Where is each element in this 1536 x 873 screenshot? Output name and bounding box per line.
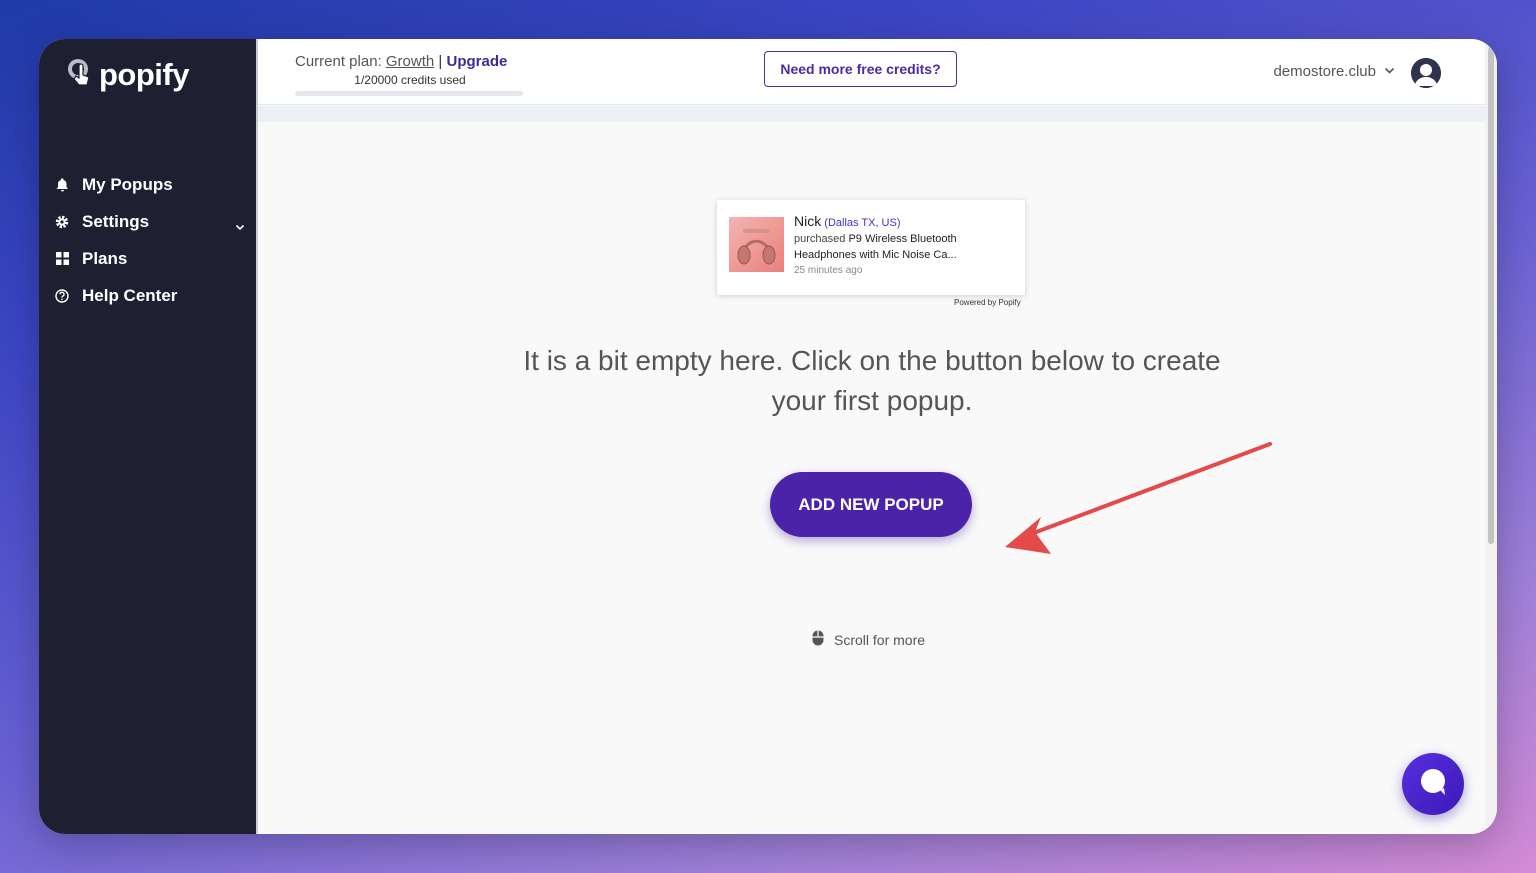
sidebar-item-my-popups[interactable]: My Popups [55, 166, 245, 203]
popup-preview-card: Nick (Dallas TX, US) purchased P9 Wirele… [717, 200, 1025, 295]
mouse-icon [812, 630, 824, 649]
pointer-hand-icon [67, 58, 95, 92]
annotation-arrow [1005, 442, 1272, 554]
chevron-down-icon [1384, 63, 1395, 80]
header-divider [258, 106, 1485, 122]
popup-customer-name: Nick [794, 213, 822, 229]
chat-button[interactable] [1402, 753, 1464, 815]
sidebar-item-help-center[interactable]: Help Center [55, 277, 245, 314]
popup-action: purchased [794, 233, 846, 245]
add-new-popup-button[interactable]: ADD NEW POPUP [770, 472, 972, 537]
sidebar-item-label: Settings [82, 211, 150, 231]
sidebar-item-label: My Popups [82, 174, 173, 194]
store-name: demostore.club [1273, 63, 1376, 80]
credits-used: 1/20000 credits used [354, 73, 466, 87]
chat-bubble-icon [1418, 767, 1448, 802]
top-bar: Current plan: Growth | Upgrade 1/20000 c… [258, 39, 1485, 105]
sidebar-item-plans[interactable]: Plans [55, 240, 245, 277]
sidebar-nav: My Popups Settings Plans Help Center [55, 166, 245, 314]
credits-progress-bar [295, 91, 523, 96]
help-circle-icon [55, 288, 69, 303]
sidebar: popify My Popups Settings Plans Help Cen… [39, 39, 256, 834]
plan-prefix: Current plan: [295, 53, 386, 70]
plan-info: Current plan: Growth | Upgrade 1/20000 c… [295, 53, 525, 96]
grid-icon [55, 252, 69, 266]
free-credits-button[interactable]: Need more free credits? [764, 51, 957, 87]
bell-icon [55, 177, 69, 192]
main-panel: Current plan: Growth | Upgrade 1/20000 c… [256, 39, 1497, 834]
headphones-product-image [729, 217, 784, 272]
sidebar-item-label: Plans [82, 248, 128, 268]
chevron-down-icon[interactable] [235, 217, 245, 230]
avatar[interactable] [1411, 58, 1441, 88]
powered-by-label: Powered by Popify [954, 298, 1021, 307]
plan-separator: | [434, 53, 447, 70]
scrollbar-thumb[interactable] [1488, 47, 1494, 544]
plan-line: Current plan: Growth | Upgrade [295, 53, 525, 70]
popup-preview-text: Nick (Dallas TX, US) purchased P9 Wirele… [794, 213, 1014, 279]
store-selector[interactable]: demostore.club [1273, 63, 1395, 80]
app-window: popify My Popups Settings Plans Help Cen… [39, 39, 1497, 834]
logo-text: popify [99, 57, 190, 92]
gear-icon [55, 215, 69, 229]
empty-state-message: It is a bit empty here. Click on the but… [523, 345, 1221, 416]
sidebar-item-label: Help Center [82, 285, 178, 305]
logo[interactable]: popify [67, 57, 190, 93]
scroll-hint-text: Scroll for more [834, 631, 926, 648]
scroll-hint: Scroll for more [812, 630, 925, 649]
upgrade-link[interactable]: Upgrade [446, 53, 507, 70]
plan-name-link[interactable]: Growth [386, 53, 434, 70]
vertical-scrollbar[interactable] [1485, 39, 1497, 834]
popup-time: 25 minutes ago [794, 265, 863, 276]
sidebar-item-settings[interactable]: Settings [55, 203, 245, 240]
popup-location: (Dallas TX, US) [824, 217, 901, 229]
